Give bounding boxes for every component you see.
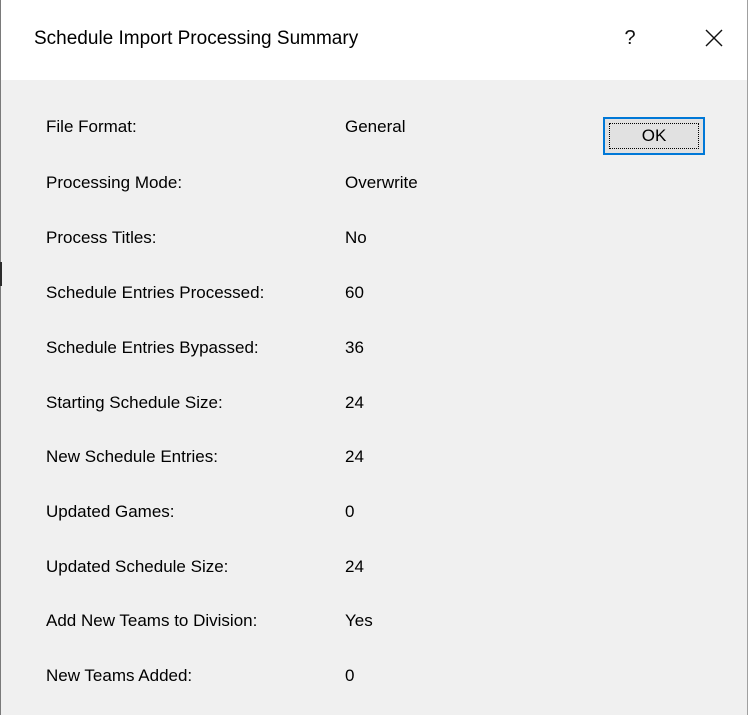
close-icon <box>705 29 723 47</box>
ok-button[interactable]: OK <box>603 117 705 155</box>
file-format-value: General <box>345 117 406 136</box>
dialog-title: Schedule Import Processing Summary <box>34 28 359 49</box>
help-label: ? <box>624 26 636 49</box>
updated-games-value: 0 <box>345 502 355 521</box>
entries-bypassed-value: 36 <box>345 338 364 357</box>
updated-schedule-size-label: Updated Schedule Size: <box>46 557 229 576</box>
new-teams-added-value: 0 <box>345 666 355 685</box>
add-new-teams-value: Yes <box>345 611 373 630</box>
new-schedule-entries-label: New Schedule Entries: <box>46 447 218 466</box>
background-window-edge <box>0 262 2 286</box>
file-format-label: File Format: <box>46 117 137 136</box>
starting-schedule-size-value: 24 <box>345 393 364 412</box>
process-titles-label: Process Titles: <box>46 228 157 247</box>
entries-bypassed-label: Schedule Entries Bypassed: <box>46 338 259 357</box>
ok-button-label: OK <box>641 126 667 145</box>
help-button[interactable]: ? <box>607 16 653 60</box>
close-button[interactable] <box>691 16 737 60</box>
import-summary-dialog: Schedule Import Processing Summary ? Fil… <box>0 0 748 715</box>
window-border-left <box>0 0 1 715</box>
updated-schedule-size-value: 24 <box>345 557 364 576</box>
title-bar[interactable]: Schedule Import Processing Summary ? <box>1 0 747 80</box>
add-new-teams-label: Add New Teams to Division: <box>46 611 258 630</box>
process-titles-value: No <box>345 228 367 247</box>
processing-mode-value: Overwrite <box>345 173 418 192</box>
entries-processed-label: Schedule Entries Processed: <box>46 283 265 302</box>
updated-games-label: Updated Games: <box>46 502 175 521</box>
new-schedule-entries-value: 24 <box>345 447 364 466</box>
new-teams-added-label: New Teams Added: <box>46 666 193 685</box>
starting-schedule-size-label: Starting Schedule Size: <box>46 393 223 412</box>
entries-processed-value: 60 <box>345 283 364 302</box>
processing-mode-label: Processing Mode: <box>46 173 183 192</box>
